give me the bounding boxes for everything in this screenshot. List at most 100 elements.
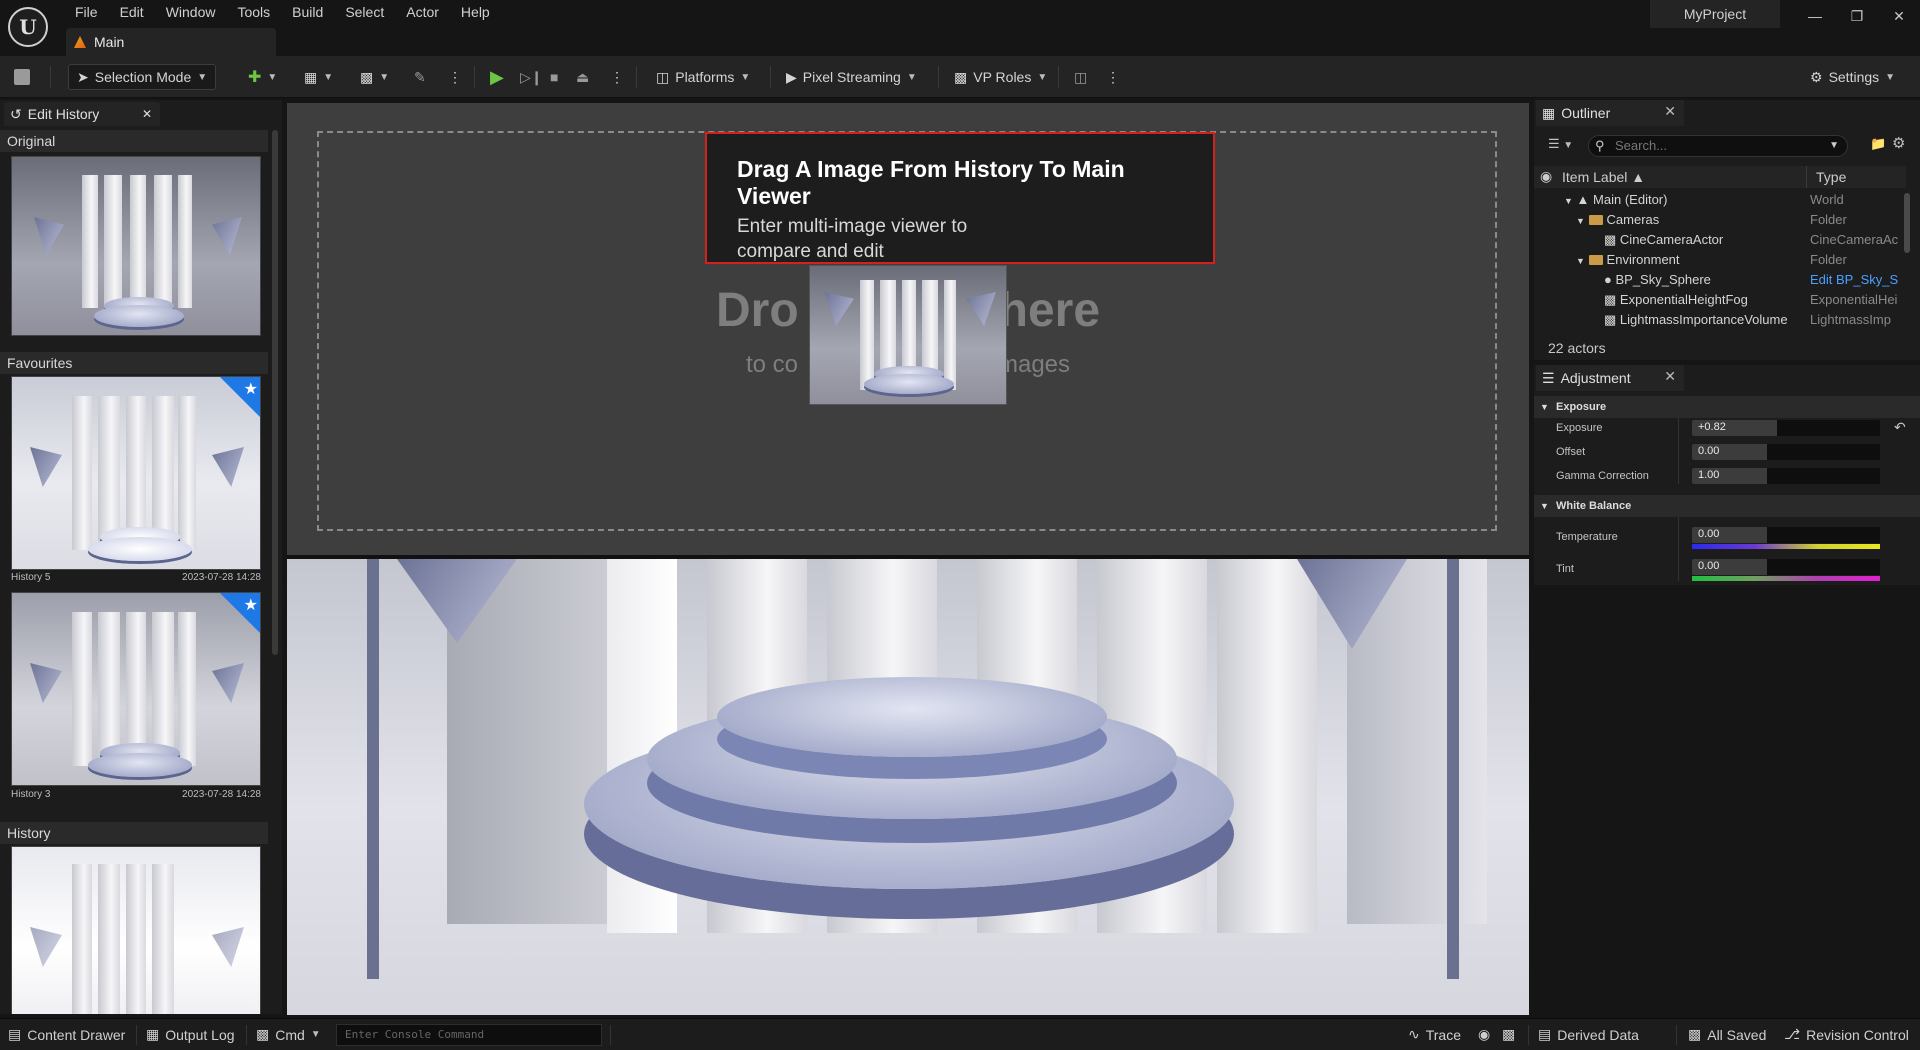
menu-edit[interactable]: Edit <box>109 2 155 24</box>
all-saved-button[interactable]: ▩ All Saved <box>1688 1026 1766 1043</box>
sliders-icon: ☰ <box>1542 369 1555 386</box>
main-viewport-image[interactable] <box>287 559 1529 1015</box>
pixel-streaming-dropdown[interactable]: ▶ Pixel Streaming ▼ <box>786 64 917 90</box>
gamma-slider[interactable]: 1.00 <box>1692 468 1880 484</box>
output-log-button[interactable]: ▦ Output Log <box>146 1026 235 1043</box>
menu-tools[interactable]: Tools <box>226 2 281 24</box>
minimize-button[interactable]: — <box>1798 4 1832 28</box>
stop-button[interactable]: ■ <box>550 64 558 90</box>
outliner-row[interactable]: ▩ CineCameraActor CineCameraAc <box>1534 230 1906 250</box>
cinematics-button[interactable]: ▩ ▼ <box>360 64 389 90</box>
menu-select[interactable]: Select <box>334 2 395 24</box>
temperature-label: Temperature <box>1556 531 1618 543</box>
outliner-tab[interactable]: ▦ Outliner ✕ <box>1536 100 1684 126</box>
column-type[interactable]: Type <box>1816 169 1846 185</box>
favourite-name: History 5 <box>11 572 51 583</box>
dragged-image-preview[interactable] <box>809 265 1007 405</box>
level-tab-main[interactable]: Main <box>66 28 276 56</box>
outliner-row[interactable]: ▼ Cameras Folder <box>1534 210 1906 230</box>
close-icon[interactable]: ✕ <box>1664 368 1676 385</box>
platforms-icon: ◫ <box>656 68 670 85</box>
favourite-star-badge[interactable]: ★ <box>220 377 260 417</box>
derived-data-button[interactable]: ▤ Derived Data <box>1538 1026 1639 1043</box>
favourite-thumbnail[interactable]: ★ <box>11 376 261 570</box>
ue-logo-icon[interactable]: U <box>8 7 48 47</box>
virtual-camera-button[interactable]: ◫ <box>1074 64 1087 90</box>
column-item-label[interactable]: Item Label ▲ <box>1562 169 1645 185</box>
menu-build[interactable]: Build <box>281 2 334 24</box>
revision-control-button[interactable]: ⎇ Revision Control <box>1784 1026 1909 1043</box>
modeling-button[interactable]: ✎ <box>414 64 426 90</box>
vp-roles-dropdown[interactable]: ▩ VP Roles ▼ <box>954 64 1047 90</box>
filter-dropdown[interactable]: ☰ ▼ <box>1548 136 1573 152</box>
restore-button[interactable]: ❐ <box>1840 4 1874 28</box>
favourite-thumbnail[interactable]: ★ <box>11 592 261 786</box>
original-thumbnail[interactable] <box>11 156 261 336</box>
eye-icon[interactable]: ◉ <box>1540 168 1552 185</box>
menu-window[interactable]: Window <box>155 2 227 24</box>
eject-icon: ⏏ <box>576 68 590 85</box>
close-icon[interactable]: ✕ <box>142 107 152 121</box>
reset-arrow-icon[interactable]: ↶ <box>1894 419 1906 436</box>
chevron-down-icon: ▼ <box>379 71 390 83</box>
outliner-row[interactable]: ● BP_Sky_Sphere Edit BP_Sky_S <box>1534 270 1906 290</box>
folder-icon <box>1588 215 1603 225</box>
adjustment-tab[interactable]: ☰ Adjustment ✕ <box>1536 365 1684 391</box>
outliner-scrollbar[interactable] <box>1904 193 1910 253</box>
white-balance-group[interactable]: ▼ White Balance <box>1534 495 1920 517</box>
platforms-dropdown[interactable]: ◫ Platforms ▼ <box>656 64 750 90</box>
exposure-group[interactable]: ▼ Exposure <box>1534 396 1920 418</box>
outliner-search-input[interactable]: ⚲ Search... ▼ <box>1588 135 1848 157</box>
tint-label: Tint <box>1556 563 1574 575</box>
offset-slider[interactable]: 0.00 <box>1692 444 1880 460</box>
history-scrollbar[interactable] <box>272 130 278 655</box>
chevron-down-icon: ▼ <box>1563 140 1574 151</box>
outliner-row[interactable]: ▼ Environment Folder <box>1534 250 1906 270</box>
history-thumbnail[interactable] <box>11 846 261 1014</box>
gamma-label: Gamma Correction <box>1556 470 1649 482</box>
level-tab-label: Main <box>94 34 125 50</box>
outliner-panel: ▦ Outliner ✕ ☰ ▼ ⚲ Search... ▼ 📁 ⚙ ◉ Ite… <box>1534 100 1920 360</box>
exposure-slider[interactable]: +0.82 <box>1692 420 1880 436</box>
eject-button[interactable]: ⏏ <box>576 64 589 90</box>
edit-history-tab[interactable]: ↺ Edit History ✕ <box>4 102 160 126</box>
menu-actor[interactable]: Actor <box>395 2 450 24</box>
close-icon[interactable]: ✕ <box>1664 103 1676 120</box>
exposure-label: Exposure <box>1556 422 1603 434</box>
add-folder-button[interactable]: 📁 <box>1870 136 1886 152</box>
console-command-input[interactable]: Enter Console Command <box>336 1024 602 1046</box>
tint-row: Tint 0.00 <box>1534 559 1920 589</box>
record-button[interactable]: ◉ <box>1478 1026 1490 1043</box>
volume-icon: ▩ <box>1604 312 1617 327</box>
outliner-row[interactable]: ▼ ▲ Main (Editor) World <box>1534 190 1906 210</box>
add-actor-button[interactable]: ✚ ▼ <box>248 64 277 90</box>
trace-button[interactable]: ∿ Trace <box>1408 1026 1461 1043</box>
menu-help[interactable]: Help <box>450 2 501 24</box>
main-viewer: Dro here to co mages Drag A Image From H… <box>287 103 1529 1015</box>
play-options-button[interactable]: ⋮ <box>610 64 624 90</box>
menu-file[interactable]: File <box>64 2 109 24</box>
content-drawer-button[interactable]: ▤ Content Drawer <box>8 1026 125 1043</box>
cmd-dropdown[interactable]: ▩ Cmd ▼ <box>256 1026 321 1043</box>
screenshot-button[interactable]: ▩ <box>1502 1026 1515 1043</box>
save-button[interactable] <box>14 64 30 90</box>
tint-slider[interactable]: 0.00 <box>1692 559 1880 575</box>
temperature-slider[interactable]: 0.00 <box>1692 527 1880 543</box>
trace-icon: ∿ <box>1408 1026 1420 1042</box>
close-window-button[interactable]: ✕ <box>1882 4 1916 28</box>
edit-blueprint-link[interactable]: Edit BP_Sky_S <box>1810 272 1906 287</box>
stage-image <box>12 157 260 335</box>
outliner-row[interactable]: ▩ LightmassImportanceVolume LightmassImp <box>1534 310 1906 330</box>
original-header: Original <box>0 130 268 152</box>
blueprint-button[interactable]: ▦ ▼ <box>304 64 333 90</box>
settings-dropdown[interactable]: ⚙ Settings ▼ <box>1810 64 1895 90</box>
favourite-star-badge[interactable]: ★ <box>220 593 260 633</box>
play-button[interactable]: ▶ <box>490 64 504 90</box>
outliner-settings-button[interactable]: ⚙ <box>1892 134 1905 152</box>
play-icon: ▶ <box>490 66 504 87</box>
more-options-button[interactable]: ⋮ <box>448 64 462 90</box>
selection-mode-dropdown[interactable]: ➤ Selection Mode ▼ <box>68 64 216 90</box>
step-button[interactable]: ▷❙ <box>520 64 543 90</box>
outliner-row[interactable]: ▩ ExponentialHeightFog ExponentialHei <box>1534 290 1906 310</box>
more-options-button-2[interactable]: ⋮ <box>1106 64 1120 90</box>
